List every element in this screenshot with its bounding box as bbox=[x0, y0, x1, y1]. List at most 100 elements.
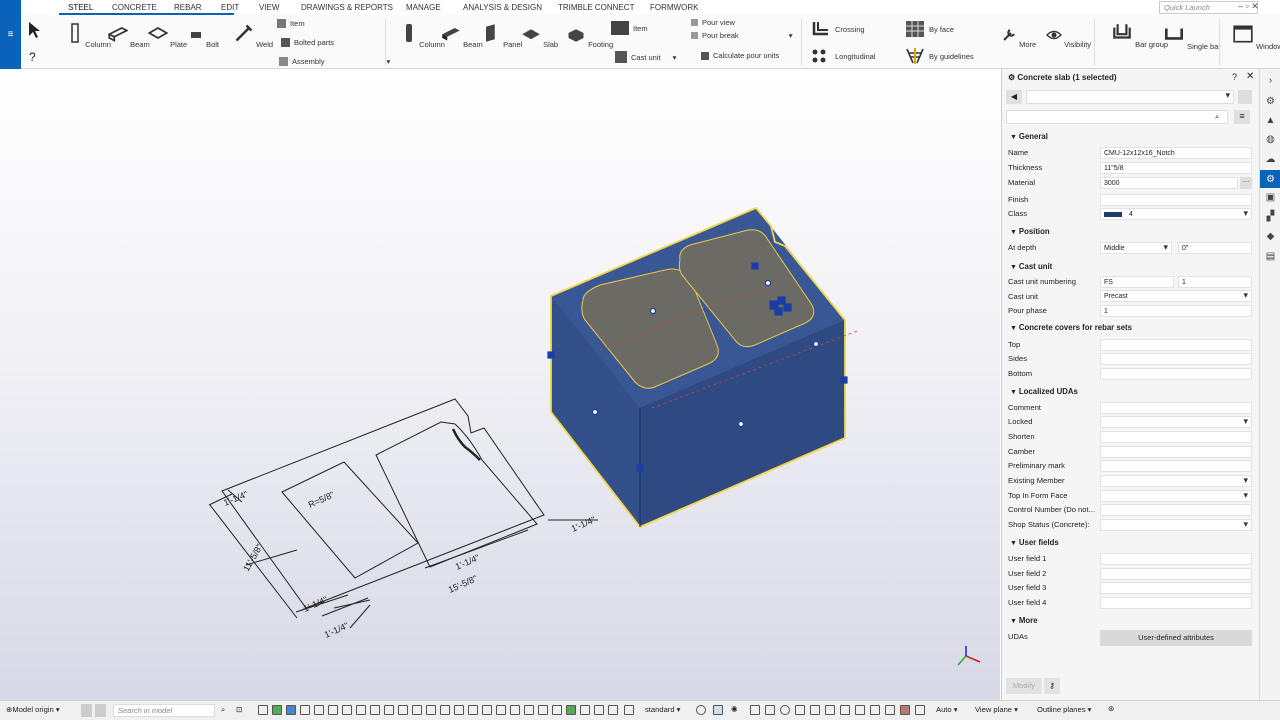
user-field-2[interactable] bbox=[1100, 568, 1252, 580]
preliminary-mark-field[interactable] bbox=[1100, 460, 1252, 472]
steel-plate-button[interactable]: Plate bbox=[147, 23, 187, 49]
modify-button[interactable]: Modify bbox=[1006, 678, 1042, 694]
bolted-parts-button[interactable]: Bolted parts bbox=[281, 38, 334, 47]
model-canvas[interactable]: 1'-1/4" 11'-5/8" R=5/8" 1'-1/4" 1'-1/4" … bbox=[0, 69, 1000, 700]
select-layout-icon[interactable] bbox=[580, 705, 590, 715]
concrete-panel-button[interactable]: Panel bbox=[481, 23, 522, 49]
shop-status-select[interactable] bbox=[1100, 519, 1252, 531]
tab-drawings-reports[interactable]: DRAWINGS & REPORTS bbox=[301, 3, 393, 12]
cover-top-field[interactable] bbox=[1100, 339, 1252, 351]
settings-cog-icon[interactable]: ⚙ bbox=[1264, 95, 1277, 108]
snap-intersect-icon[interactable] bbox=[810, 705, 820, 715]
material-browse-button[interactable]: … bbox=[1240, 177, 1252, 189]
model-origin-select[interactable]: ⊕Model origin ▾ bbox=[6, 705, 60, 714]
select-misc-icon[interactable] bbox=[624, 705, 634, 715]
tab-manage[interactable]: MANAGE bbox=[406, 3, 441, 12]
thickness-field[interactable]: 11"5/8 bbox=[1100, 162, 1252, 174]
existing-member-select[interactable] bbox=[1100, 475, 1252, 487]
cast-unit-start-field[interactable]: 1 bbox=[1178, 276, 1252, 288]
single-bar-button[interactable]: Single bar bbox=[1163, 23, 1221, 51]
select-lines-icon[interactable] bbox=[328, 705, 338, 715]
cloud-icon[interactable]: ☁ bbox=[1264, 153, 1277, 166]
add-icon[interactable] bbox=[81, 704, 92, 717]
search-in-model-input[interactable]: Search in model bbox=[113, 704, 215, 717]
pour-view-button[interactable]: Pour view bbox=[691, 18, 735, 27]
globe-icon[interactable]: ◍ bbox=[1264, 133, 1277, 146]
select-rebar-group-icon[interactable] bbox=[552, 705, 562, 715]
select-pointer-icon[interactable] bbox=[258, 705, 268, 715]
snap-circle-icon[interactable] bbox=[780, 705, 790, 715]
select-assembly-icon[interactable] bbox=[426, 705, 436, 715]
selection-filter-select[interactable]: standard ▾ bbox=[645, 705, 680, 714]
user-field-4[interactable] bbox=[1100, 597, 1252, 609]
top-in-form-face-select[interactable] bbox=[1100, 490, 1252, 502]
more-button[interactable]: More bbox=[1001, 27, 1036, 49]
snap-active-icon[interactable] bbox=[713, 705, 723, 715]
finish-field[interactable] bbox=[1100, 194, 1252, 206]
snap-line-icon[interactable] bbox=[840, 705, 850, 715]
section-cast-unit[interactable]: Cast unit bbox=[1010, 262, 1052, 271]
select-cast-unit-icon[interactable] bbox=[496, 705, 506, 715]
chevron-right-icon[interactable]: › bbox=[1264, 74, 1277, 87]
select-measure-icon[interactable] bbox=[524, 705, 534, 715]
concrete-slab-3d[interactable] bbox=[550, 206, 861, 529]
steel-column-button[interactable]: Column bbox=[67, 23, 111, 49]
user-defined-attributes-button[interactable]: User-defined attributes bbox=[1100, 630, 1252, 646]
at-depth-offset-field[interactable]: 0" bbox=[1178, 242, 1252, 254]
tab-concrete[interactable]: CONCRETE bbox=[112, 3, 157, 12]
cast-unit-select[interactable]: Precast bbox=[1100, 290, 1252, 302]
components-icon[interactable]: ▞ bbox=[1264, 210, 1277, 223]
search-icon[interactable]: ⌕ bbox=[221, 705, 225, 715]
shorten-field[interactable] bbox=[1100, 431, 1252, 443]
select-objects-icon[interactable] bbox=[440, 705, 450, 715]
chevron-down-icon[interactable]: ▾ bbox=[673, 53, 677, 62]
outline-planes-select[interactable]: Outline planes ▾ bbox=[1037, 705, 1091, 714]
rebar-longitudinal-button[interactable]: Longitudinal bbox=[811, 47, 875, 65]
rebar-crossing-button[interactable]: Crossing bbox=[811, 20, 865, 38]
tab-edit[interactable]: EDIT bbox=[221, 3, 239, 12]
cover-sides-field[interactable] bbox=[1100, 353, 1252, 365]
property-pane-gear-icon[interactable]: ⚙ bbox=[1260, 170, 1280, 188]
cover-bottom-field[interactable] bbox=[1100, 368, 1252, 380]
select-tool[interactable]: ? bbox=[25, 19, 51, 67]
tab-view[interactable]: VIEW bbox=[259, 3, 279, 12]
tab-steel[interactable]: STEEL bbox=[68, 3, 93, 12]
help-icon[interactable]: ? bbox=[1232, 72, 1237, 82]
select-detail-icon[interactable] bbox=[594, 705, 604, 715]
concrete-slab-button[interactable]: Slab bbox=[521, 23, 558, 49]
rebar-by-guidelines-button[interactable]: By guidelines bbox=[905, 47, 974, 65]
cast-unit-prefix-field[interactable]: FS bbox=[1100, 276, 1174, 288]
select-points-icon[interactable] bbox=[314, 705, 324, 715]
select-reference-icon[interactable] bbox=[454, 705, 464, 715]
tag-icon[interactable]: ◆ bbox=[1264, 230, 1277, 243]
snap-icon[interactable] bbox=[696, 705, 706, 715]
close-icon[interactable]: ✕ bbox=[1246, 71, 1254, 82]
select-parts-icon[interactable] bbox=[272, 705, 282, 715]
rebar-by-face-button[interactable]: By face bbox=[905, 20, 954, 38]
steel-beam-button[interactable]: Beam bbox=[107, 23, 150, 49]
steel-item-button[interactable]: Item bbox=[277, 19, 305, 28]
save-icon[interactable] bbox=[1238, 90, 1252, 104]
camber-field[interactable] bbox=[1100, 446, 1252, 458]
eye-icon[interactable]: ◉ bbox=[731, 704, 738, 713]
control-number-field[interactable] bbox=[1100, 504, 1252, 516]
select-edge-icon[interactable] bbox=[538, 705, 548, 715]
section-user-fields[interactable]: User fields bbox=[1010, 538, 1059, 547]
steel-bolt-button[interactable]: Bolt bbox=[188, 27, 219, 49]
concrete-footing-button[interactable]: Footing bbox=[566, 23, 613, 49]
concrete-beam-button[interactable]: Beam bbox=[441, 23, 483, 49]
lock-icon[interactable]: ⚷ bbox=[1044, 678, 1060, 694]
visibility-toggle-icon[interactable]: ⊛ bbox=[1108, 704, 1114, 713]
back-arrow-icon[interactable]: ◀ bbox=[1006, 90, 1022, 104]
snap-depth-select[interactable]: Auto ▾ bbox=[936, 705, 958, 714]
snap-any-icon[interactable] bbox=[870, 705, 880, 715]
chevron-down-icon[interactable]: ▾ bbox=[789, 31, 793, 40]
section-position[interactable]: Position bbox=[1010, 227, 1050, 236]
concrete-item-button[interactable]: Item bbox=[611, 21, 648, 35]
at-depth-select[interactable]: Middle bbox=[1100, 242, 1172, 254]
attribute-set-select[interactable] bbox=[1026, 90, 1234, 104]
class-select[interactable]: 4 bbox=[1100, 208, 1252, 220]
visibility-button[interactable]: Visibility bbox=[1046, 27, 1091, 49]
select-views-icon[interactable] bbox=[384, 705, 394, 715]
snap-ref-icon[interactable] bbox=[885, 705, 895, 715]
